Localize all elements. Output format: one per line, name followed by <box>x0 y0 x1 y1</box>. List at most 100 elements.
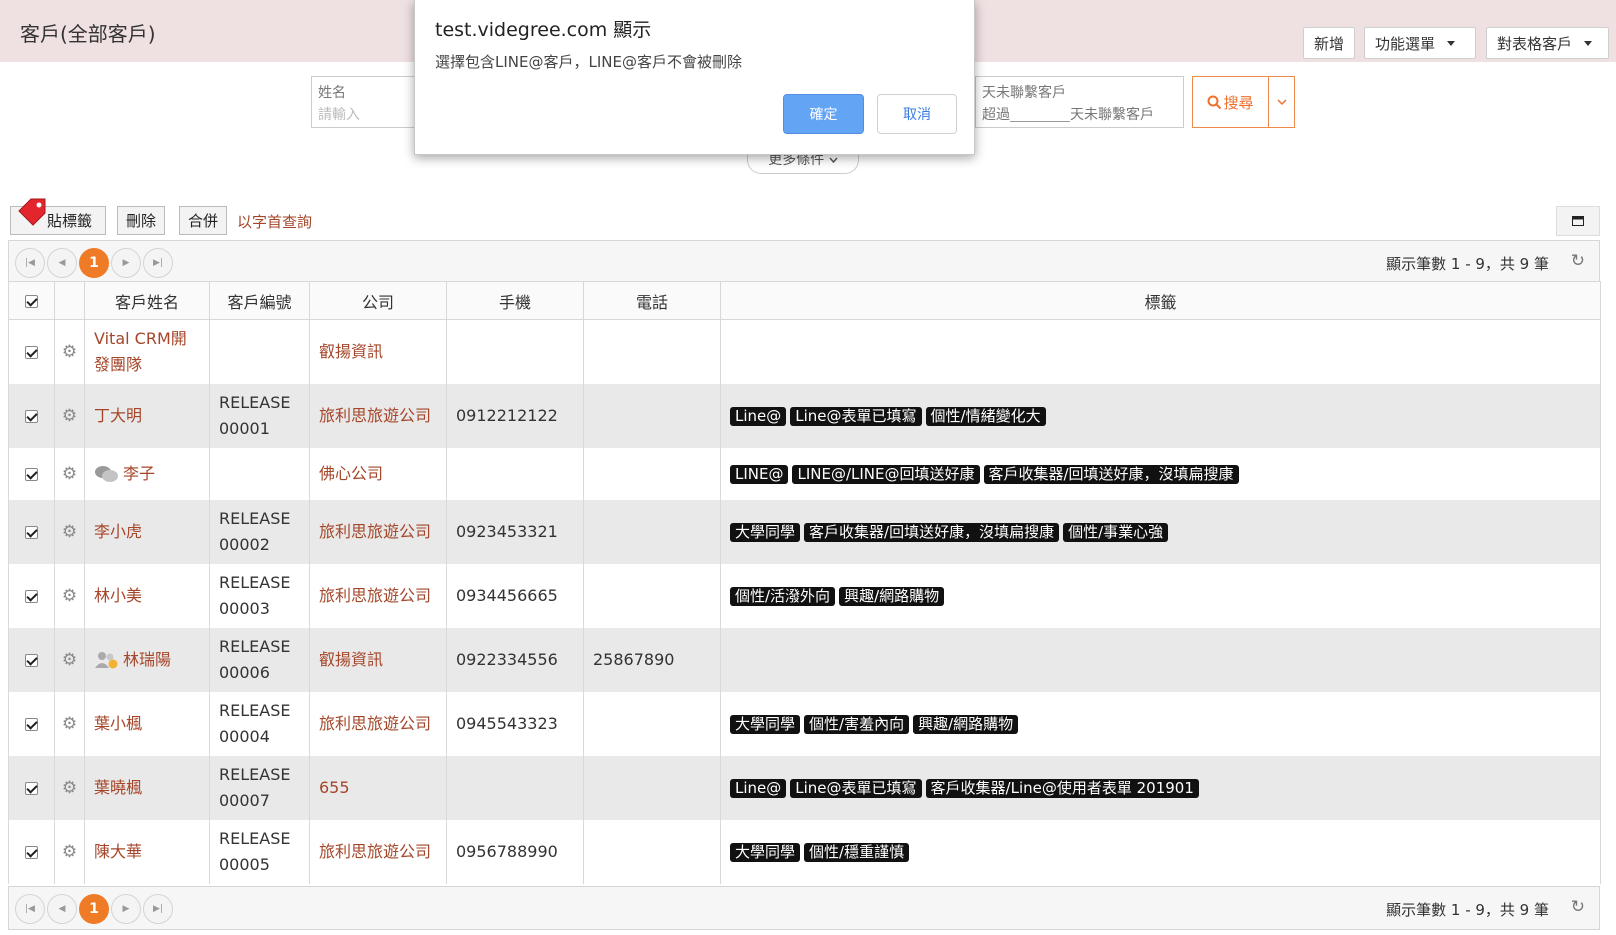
row-checkbox[interactable] <box>8 691 55 756</box>
tag-badge[interactable]: 客戶收集器/Line@使用者表單 201901 <box>925 778 1199 798</box>
last-page-icon[interactable]: ▶| <box>143 894 173 924</box>
tags-cell: 大學同學 個性/害羞內向 興趣/網路購物 <box>720 691 1601 756</box>
settings-gear-icon[interactable]: ⚙ <box>54 819 85 884</box>
tag-badge[interactable]: 興趣/網路購物 <box>913 714 1019 734</box>
row-checkbox[interactable] <box>8 499 55 564</box>
company-link[interactable]: 旅利思旅遊公司 <box>319 586 431 605</box>
tags-cell <box>720 319 1601 384</box>
customer-name-link[interactable]: 葉小楓 <box>94 714 142 733</box>
settings-gear-icon[interactable]: ⚙ <box>54 755 85 820</box>
row-checkbox[interactable] <box>8 819 55 884</box>
table-row[interactable]: ⚙ 李小虎 RELEASE00002 旅利思旅遊公司 0923453321 大學同學 客戶收… <box>8 499 1601 564</box>
column-header[interactable]: 客戶編號 <box>209 281 310 320</box>
table-row[interactable]: ⚙ 葉曉楓 RELEASE00007 655 Line@ Line@表單已填寫 客戶收集器/… <box>8 755 1601 820</box>
company-link[interactable]: 旅利思旅遊公司 <box>319 522 431 541</box>
first-page-icon[interactable]: |◀ <box>15 248 45 278</box>
tag-badge[interactable]: LINE@/LINE@回填送好康 <box>792 464 980 484</box>
tag-badge[interactable]: 興趣/網路購物 <box>839 586 945 606</box>
customer-name-link[interactable]: 陳大華 <box>94 842 142 861</box>
alpha-search-link[interactable]: 以字首查詢 <box>237 211 312 232</box>
add-tag-button[interactable]: 貼標籤 <box>10 198 106 235</box>
cancel-button[interactable]: 取消 <box>877 94 957 134</box>
customer-name-link[interactable]: Vital CRM開發團隊 <box>94 329 187 374</box>
target-customers-button[interactable]: 對表格客戶 <box>1486 27 1609 59</box>
row-checkbox[interactable] <box>8 563 55 628</box>
table-row[interactable]: ⚙ 林小美 RELEASE00003 旅利思旅遊公司 0934456665 個性/活潑外向… <box>8 563 1601 628</box>
customer-name-link[interactable]: 林瑞陽 <box>123 650 171 669</box>
column-header[interactable]: 客戶姓名 <box>84 281 210 320</box>
row-checkbox[interactable] <box>8 755 55 820</box>
company-link[interactable]: 叡揚資訊 <box>319 342 383 361</box>
customer-name-link[interactable]: 李子 <box>123 464 155 483</box>
tag-badge[interactable]: 個性/事業心強 <box>1063 522 1169 542</box>
collapse-panel-button[interactable] <box>1556 206 1600 236</box>
company-link[interactable]: 佛心公司 <box>319 464 383 483</box>
company-link[interactable]: 叡揚資訊 <box>319 650 383 669</box>
merge-button[interactable]: 合併 <box>179 206 228 235</box>
customer-name-link[interactable]: 林小美 <box>94 586 142 605</box>
search-options-toggle[interactable] <box>1268 76 1295 128</box>
settings-gear-icon[interactable]: ⚙ <box>54 627 85 692</box>
row-checkbox[interactable] <box>8 627 55 692</box>
table-row[interactable]: ⚙ Vital CRM開發團隊 叡揚資訊 <box>8 319 1601 384</box>
tag-badge[interactable]: LINE@ <box>730 464 789 484</box>
row-checkbox[interactable] <box>8 447 55 500</box>
current-page-button[interactable]: 1 <box>79 894 109 924</box>
days-input[interactable] <box>1010 108 1070 122</box>
customer-name-link[interactable]: 丁大明 <box>94 406 142 425</box>
column-header[interactable]: 標籤 <box>720 281 1601 320</box>
next-page-icon[interactable]: ▶ <box>111 248 141 278</box>
tag-badge[interactable]: 客戶收集器/回填送好康，沒填扁搜康 <box>804 522 1060 542</box>
column-header[interactable]: 手機 <box>446 281 584 320</box>
table-row[interactable]: ⚙ 葉小楓 RELEASE00004 旅利思旅遊公司 0945543323 大學同學 個性/… <box>8 691 1601 756</box>
customer-name-link[interactable]: 葉曉楓 <box>94 778 142 797</box>
delete-button[interactable]: 刪除 <box>117 206 166 235</box>
next-page-icon[interactable]: ▶ <box>111 894 141 924</box>
current-page-button[interactable]: 1 <box>79 248 109 278</box>
refresh-icon[interactable]: ↻ <box>1571 251 1585 271</box>
settings-gear-icon[interactable]: ⚙ <box>54 383 85 448</box>
settings-gear-icon[interactable]: ⚙ <box>54 499 85 564</box>
name-search-field[interactable]: 姓名 請輸入 <box>311 76 421 128</box>
settings-gear-icon[interactable]: ⚙ <box>54 319 85 384</box>
table-row[interactable]: ⚙ 林瑞陽 RELEASE00006 叡揚資訊 0922334556 25867890 <box>8 627 1601 692</box>
tag-badge[interactable]: 個性/害羞內向 <box>804 714 910 734</box>
tag-badge[interactable]: 客戶收集器/回填送好康，沒填扁搜康 <box>983 464 1239 484</box>
select-all-checkbox[interactable] <box>8 281 55 320</box>
row-checkbox[interactable] <box>8 383 55 448</box>
tag-badge[interactable]: 大學同學 <box>730 522 801 542</box>
tag-badge[interactable]: 個性/活潑外向 <box>730 586 836 606</box>
company-link[interactable]: 旅利思旅遊公司 <box>319 406 431 425</box>
first-page-icon[interactable]: |◀ <box>15 894 45 924</box>
company-link[interactable]: 旅利思旅遊公司 <box>319 842 431 861</box>
days-not-contacted-field[interactable]: 天未聯繫客戶 超過 天未聯繫客戶 <box>975 76 1184 128</box>
column-header[interactable]: 公司 <box>309 281 447 320</box>
tag-badge[interactable]: Line@ <box>730 406 787 426</box>
table-row[interactable]: ⚙ 陳大華 RELEASE00005 旅利思旅遊公司 0956788990 大學同學 個性/… <box>8 819 1601 884</box>
tag-badge[interactable]: Line@表單已填寫 <box>790 406 922 426</box>
tag-badge[interactable]: 大學同學 <box>730 842 801 862</box>
prev-page-icon[interactable]: ◀ <box>47 894 77 924</box>
table-row[interactable]: ⚙ 丁大明 RELEASE00001 旅利思旅遊公司 0912212122 Line@ Li… <box>8 383 1601 448</box>
tag-badge[interactable]: 個性/情緒變化大 <box>925 406 1046 426</box>
add-button[interactable]: 新增 <box>1303 27 1356 59</box>
refresh-icon[interactable]: ↻ <box>1571 897 1585 917</box>
settings-gear-icon[interactable]: ⚙ <box>54 563 85 628</box>
tag-badge[interactable]: 個性/穩重謹慎 <box>804 842 910 862</box>
function-menu-button[interactable]: 功能選單 <box>1364 27 1476 59</box>
company-link[interactable]: 655 <box>319 778 350 797</box>
search-button[interactable]: 搜尋 <box>1192 76 1269 128</box>
company-link[interactable]: 旅利思旅遊公司 <box>319 714 431 733</box>
settings-gear-icon[interactable]: ⚙ <box>54 691 85 756</box>
tag-badge[interactable]: Line@表單已填寫 <box>790 778 922 798</box>
confirm-button[interactable]: 確定 <box>783 94 864 134</box>
tag-badge[interactable]: 大學同學 <box>730 714 801 734</box>
last-page-icon[interactable]: ▶| <box>143 248 173 278</box>
settings-gear-icon[interactable]: ⚙ <box>54 447 85 500</box>
tag-badge[interactable]: Line@ <box>730 778 787 798</box>
table-row[interactable]: ⚙ 李子 佛心公司 LINE@ LINE@/LINE@回填送好康 客戶收集器/回填送好康，… <box>8 447 1601 500</box>
prev-page-icon[interactable]: ◀ <box>47 248 77 278</box>
row-checkbox[interactable] <box>8 319 55 384</box>
column-header[interactable]: 電話 <box>583 281 721 320</box>
customer-name-link[interactable]: 李小虎 <box>94 522 142 541</box>
